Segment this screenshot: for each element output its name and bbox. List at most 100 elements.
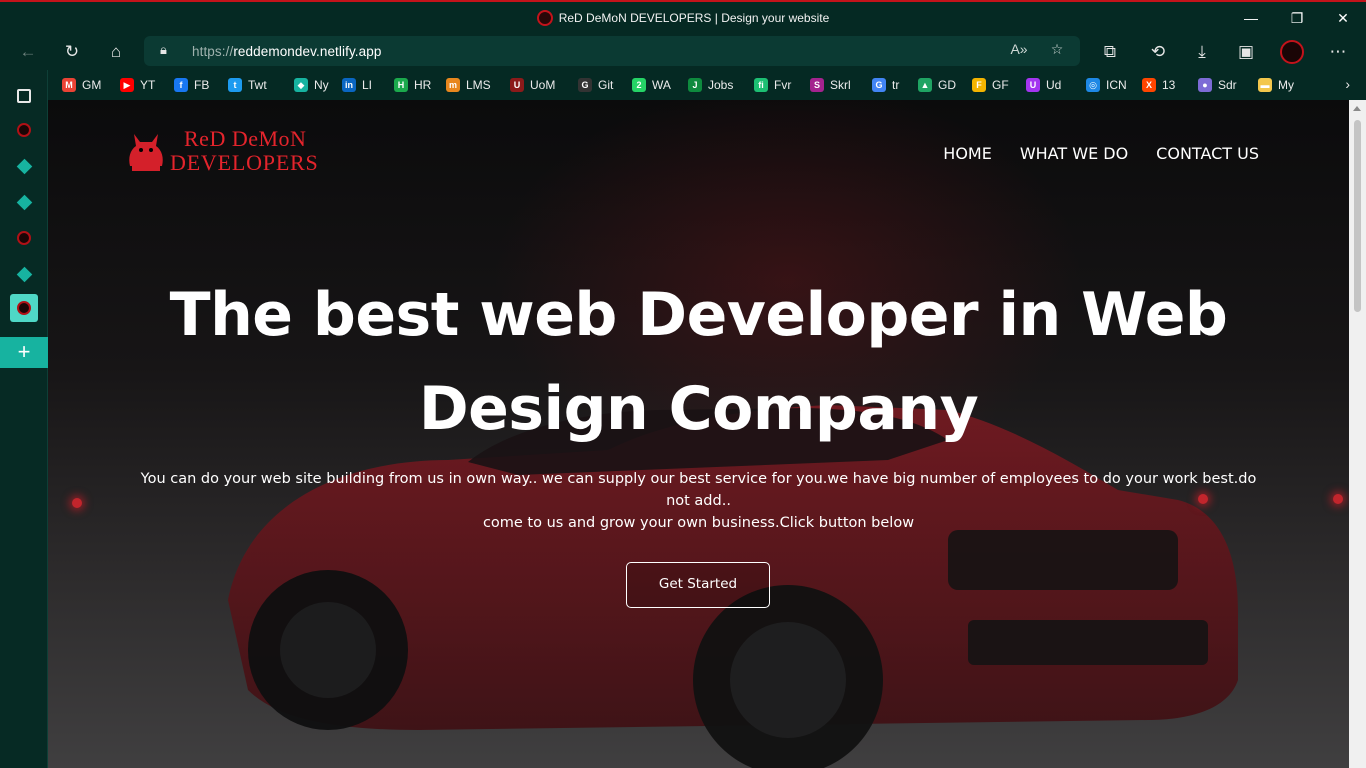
bookmark-favicon-icon: ◆ bbox=[294, 78, 308, 92]
extensions-icon[interactable]: ⧉ bbox=[1096, 40, 1124, 64]
bookmark-label: Skrl bbox=[830, 78, 851, 92]
bookmark-label: 13 bbox=[1162, 78, 1176, 92]
bookmark-favicon-icon: ● bbox=[1198, 78, 1212, 92]
scrollbar-thumb[interactable] bbox=[1354, 120, 1361, 312]
nav-home-link[interactable]: HOME bbox=[943, 144, 992, 163]
bookmark-label: LMS bbox=[466, 78, 491, 92]
back-icon[interactable]: ← bbox=[14, 40, 42, 64]
bookmark-uom[interactable]: U UoM bbox=[510, 76, 555, 94]
bookmark-label: HR bbox=[414, 78, 432, 92]
refresh-icon[interactable]: ↻ bbox=[58, 40, 86, 64]
bookmark-label: Twt bbox=[248, 78, 267, 92]
bookmark-label: My bbox=[1278, 78, 1294, 92]
bookmark-label: Ud bbox=[1046, 78, 1062, 92]
collections-icon[interactable]: ▣ bbox=[1232, 40, 1260, 64]
bookmark-lms[interactable]: m LMS bbox=[446, 76, 491, 94]
site-favicon-icon bbox=[536, 10, 553, 26]
lock-icon[interactable]: 🔒︎ bbox=[160, 42, 176, 58]
decor-light bbox=[72, 498, 82, 508]
bookmark-favicon-icon: ▶ bbox=[120, 78, 134, 92]
hero-title-line1: The best web Developer in Web bbox=[169, 280, 1228, 350]
tab-ny-1[interactable] bbox=[10, 152, 38, 180]
web-page: ReD DeMoN DEVELOPERS HOME WHAT WE DO CON… bbox=[48, 100, 1349, 768]
bookmark-favicon-icon: 2 bbox=[632, 78, 646, 92]
site-logo[interactable]: ReD DeMoN DEVELOPERS bbox=[126, 126, 336, 176]
page-scrollbar[interactable] bbox=[1349, 100, 1366, 768]
get-started-button[interactable]: Get Started bbox=[626, 562, 770, 608]
bookmark-gf[interactable]: F GF bbox=[972, 76, 1009, 94]
hero-title: The best web Developer in Web Design Com… bbox=[48, 268, 1349, 456]
bookmark-hr[interactable]: H HR bbox=[394, 76, 431, 94]
bookmark-my[interactable]: ▬ My bbox=[1258, 76, 1294, 94]
bookmark-favicon-icon: ▬ bbox=[1258, 78, 1272, 92]
tab-reddemon-active[interactable] bbox=[10, 294, 38, 322]
bookmark-yt[interactable]: ▶ YT bbox=[120, 76, 155, 94]
bookmark-gm[interactable]: M GM bbox=[62, 76, 101, 94]
bookmark-label: GF bbox=[992, 78, 1009, 92]
bookmark-label: LI bbox=[362, 78, 373, 92]
bookmark-skrl[interactable]: S Skrl bbox=[810, 76, 851, 94]
tab-reddemon[interactable] bbox=[10, 116, 38, 144]
bookmarks-bar: M GM ▶ YT f FB t Twt ◆ Ny in LI H HR m LMS U UoM G Git 2 WA J J… bbox=[48, 70, 1366, 100]
bookmark-label: UoM bbox=[530, 78, 556, 92]
home-icon[interactable]: ⌂ bbox=[102, 40, 130, 64]
url-host: reddemondev.netlify.app bbox=[233, 44, 382, 59]
tab-ny-3[interactable] bbox=[10, 260, 38, 288]
bookmark-fvr[interactable]: fi Fvr bbox=[754, 76, 791, 94]
downloads-icon[interactable]: ⤓ bbox=[1188, 40, 1216, 64]
bookmark-label: FB bbox=[194, 78, 210, 92]
nav-contact-link[interactable]: CONTACT US bbox=[1156, 144, 1259, 163]
bookmarks-overflow-chevron-icon[interactable]: › bbox=[1345, 76, 1350, 92]
logo-text-top: ReD DeMoN bbox=[184, 126, 307, 151]
maximize-button[interactable]: ❐ bbox=[1274, 6, 1320, 32]
bookmark-favicon-icon: f bbox=[174, 78, 188, 92]
history-icon[interactable]: ⟲ bbox=[1144, 40, 1172, 64]
bookmark-label: Sdr bbox=[1218, 78, 1237, 92]
new-tab-button[interactable]: + bbox=[0, 337, 48, 368]
bookmark-gd[interactable]: ▲ GD bbox=[918, 76, 956, 94]
bookmark-ud[interactable]: U Ud bbox=[1026, 76, 1061, 94]
close-button[interactable]: ✕ bbox=[1320, 6, 1366, 32]
address-bar[interactable]: 🔒︎ https://reddemondev.netlify.app A» ☆ bbox=[144, 36, 1080, 66]
minimize-button[interactable]: — bbox=[1228, 6, 1274, 32]
more-icon[interactable]: ⋯ bbox=[1324, 40, 1352, 64]
bookmark-label: ICN bbox=[1106, 78, 1127, 92]
bookmark-git[interactable]: G Git bbox=[578, 76, 613, 94]
hero-description-line1: You can do your web site building from u… bbox=[140, 471, 1257, 509]
bookmark-label: WA bbox=[652, 78, 671, 92]
bookmark-twt[interactable]: t Twt bbox=[228, 76, 267, 94]
hero-title-line2: Design Company bbox=[418, 374, 979, 444]
site-nav: HOME WHAT WE DO CONTACT US bbox=[943, 144, 1259, 163]
tab-actions-icon[interactable] bbox=[10, 82, 38, 110]
bookmark-tr[interactable]: Gtr bbox=[872, 76, 899, 94]
bookmark-favicon-icon: X bbox=[1142, 78, 1156, 92]
tab-reddemon-2[interactable] bbox=[10, 224, 38, 252]
bookmark-ny[interactable]: ◆ Ny bbox=[294, 76, 329, 94]
bookmark-favicon-icon: S bbox=[810, 78, 824, 92]
tab-ny-2[interactable] bbox=[10, 188, 38, 216]
bookmark-icn[interactable]: ◎ ICN bbox=[1086, 76, 1127, 94]
bookmark-favicon-icon: G bbox=[872, 78, 886, 92]
hero-description-line2: come to us and grow your own business.Cl… bbox=[482, 515, 915, 531]
hero-description: You can do your web site building from u… bbox=[128, 468, 1269, 534]
bookmark-jobs[interactable]: J Jobs bbox=[688, 76, 733, 94]
bookmark-wa[interactable]: 2 WA bbox=[632, 76, 671, 94]
bookmark-sdr[interactable]: ● Sdr bbox=[1198, 76, 1237, 94]
scroll-up-icon[interactable] bbox=[1353, 106, 1361, 111]
bookmark-li[interactable]: in LI bbox=[342, 76, 372, 94]
bookmark-favicon-icon: fi bbox=[754, 78, 768, 92]
bookmark-favicon-icon: M bbox=[62, 78, 76, 92]
profile-avatar[interactable] bbox=[1280, 40, 1304, 64]
favorite-add-icon[interactable]: ☆ bbox=[1046, 41, 1068, 61]
read-aloud-icon[interactable]: A» bbox=[1008, 41, 1030, 61]
bookmark-13[interactable]: X 13 bbox=[1142, 76, 1175, 94]
bookmark-favicon-icon: J bbox=[688, 78, 702, 92]
url-text[interactable]: https://reddemondev.netlify.app bbox=[192, 44, 381, 59]
window-title: ReD DeMoN DEVELOPERS | Design your websi… bbox=[0, 10, 1366, 26]
bookmark-favicon-icon: t bbox=[228, 78, 242, 92]
window-title-text: ReD DeMoN DEVELOPERS | Design your websi… bbox=[558, 11, 830, 25]
bookmark-fb[interactable]: f FB bbox=[174, 76, 209, 94]
bookmark-label: YT bbox=[140, 78, 156, 92]
bookmark-favicon-icon: F bbox=[972, 78, 986, 92]
nav-what-we-do-link[interactable]: WHAT WE DO bbox=[1020, 144, 1128, 163]
